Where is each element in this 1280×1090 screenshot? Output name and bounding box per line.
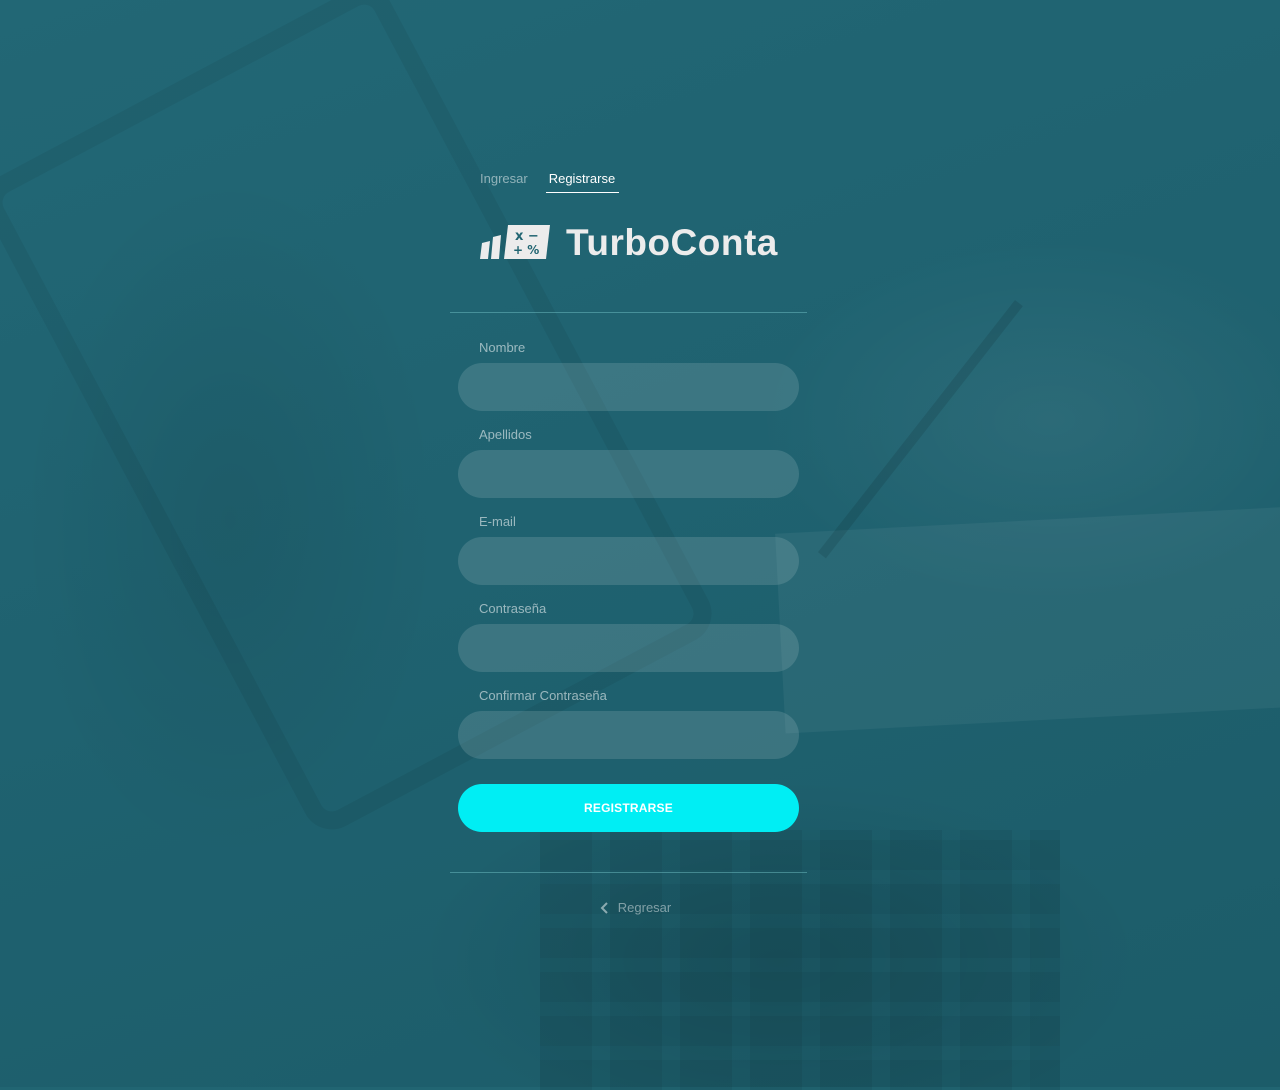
tab-ingresar[interactable]: Ingresar: [480, 160, 528, 192]
back-link[interactable]: Regresar: [450, 900, 807, 915]
nombre-label: Nombre: [479, 340, 526, 355]
field-contrasena: Contraseña: [458, 601, 799, 672]
back-label: Regresar: [617, 900, 672, 915]
logo-glyphs-bottom: + %: [513, 243, 539, 257]
field-apellidos: Apellidos: [458, 427, 799, 498]
field-email: E-mail: [458, 514, 799, 585]
apellidos-label: Apellidos: [479, 427, 532, 442]
register-panel: Ingresar Registrarse x − + % TurboConta …: [450, 160, 807, 915]
confirm-password-label: Confirmar Contraseña: [479, 688, 607, 703]
auth-tabs: Ingresar Registrarse: [450, 160, 807, 194]
field-nombre: Nombre: [458, 340, 799, 411]
calculator-chart-icon: x − + %: [480, 225, 550, 259]
tab-registrarse[interactable]: Registrarse: [545, 160, 620, 193]
nombre-input[interactable]: [458, 363, 799, 411]
bottom-divider: [450, 872, 807, 873]
email-label: E-mail: [479, 514, 516, 529]
brand-name: TurboConta: [566, 222, 778, 263]
password-label: Contraseña: [479, 601, 547, 616]
email-input[interactable]: [458, 537, 799, 585]
background-paper-shape: [775, 506, 1280, 734]
register-button[interactable]: REGISTRARSE: [458, 784, 799, 832]
brand: x − + % TurboConta: [450, 222, 807, 263]
register-form: Nombre Apellidos E-mail Contraseña Confi…: [450, 313, 807, 832]
confirm-password-input[interactable]: [458, 711, 799, 759]
background-pencil-shape: [817, 300, 1023, 559]
apellidos-input[interactable]: [458, 450, 799, 498]
chevron-left-icon: [600, 901, 608, 914]
password-input[interactable]: [458, 624, 799, 672]
field-confirmar-contrasena: Confirmar Contraseña: [458, 688, 799, 759]
logo-glyphs-top: x −: [515, 229, 539, 244]
